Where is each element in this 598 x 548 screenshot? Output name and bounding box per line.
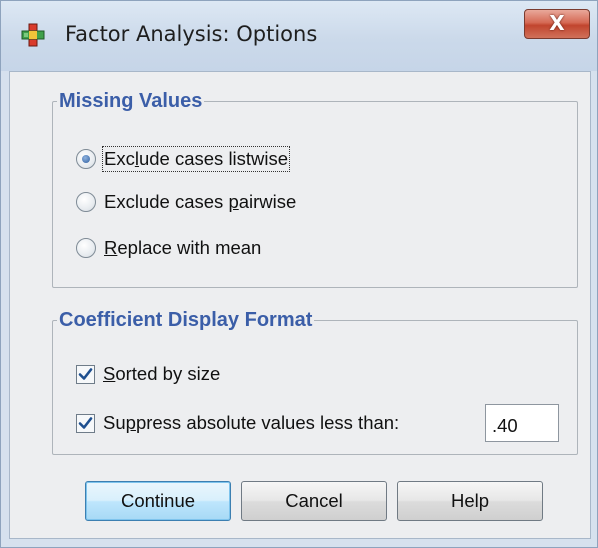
spss-app-icon (21, 23, 45, 47)
sorted-by-size-checkbox[interactable] (76, 364, 95, 384)
checkmark-icon (78, 367, 93, 380)
suppress-threshold-input[interactable]: .40 (485, 404, 559, 442)
missing-values-legend: Missing Values (59, 90, 203, 112)
dialog-content: Missing Values Exclude cases listwise Ex… (9, 71, 591, 539)
replace-with-mean-radio[interactable] (76, 238, 96, 258)
suppress-values-label: Suppress absolute values less than: (103, 412, 400, 433)
exclude-listwise-radio[interactable] (76, 149, 96, 169)
help-button[interactable]: Help (397, 481, 543, 521)
exclude-pairwise-radio[interactable] (76, 192, 96, 212)
exclude-listwise-label: Exclude cases listwise (101, 146, 291, 172)
factor-analysis-options-dialog: Factor Analysis: Options X Missing Value… (0, 0, 598, 548)
exclude-listwise-option[interactable]: Exclude cases listwise (76, 146, 291, 172)
suppress-values-checkbox[interactable] (76, 413, 95, 433)
sorted-by-size-label: Sorted by size (103, 363, 221, 384)
exclude-pairwise-label: Exclude cases pairwise (104, 191, 297, 212)
window-title: Factor Analysis: Options (65, 22, 318, 46)
checkmark-icon (78, 416, 93, 429)
sorted-by-size-option[interactable]: Sorted by size (76, 363, 220, 385)
continue-button[interactable]: Continue (85, 481, 231, 521)
close-button[interactable]: X (524, 9, 590, 39)
replace-with-mean-option[interactable]: Replace with mean (76, 237, 261, 259)
exclude-pairwise-option[interactable]: Exclude cases pairwise (76, 191, 296, 213)
suppress-values-option[interactable]: Suppress absolute values less than: (76, 412, 399, 434)
cancel-button[interactable]: Cancel (241, 481, 387, 521)
replace-with-mean-label: Replace with mean (104, 237, 262, 258)
title-bar[interactable]: Factor Analysis: Options X (1, 1, 597, 71)
coefficient-display-legend: Coefficient Display Format (59, 309, 313, 331)
